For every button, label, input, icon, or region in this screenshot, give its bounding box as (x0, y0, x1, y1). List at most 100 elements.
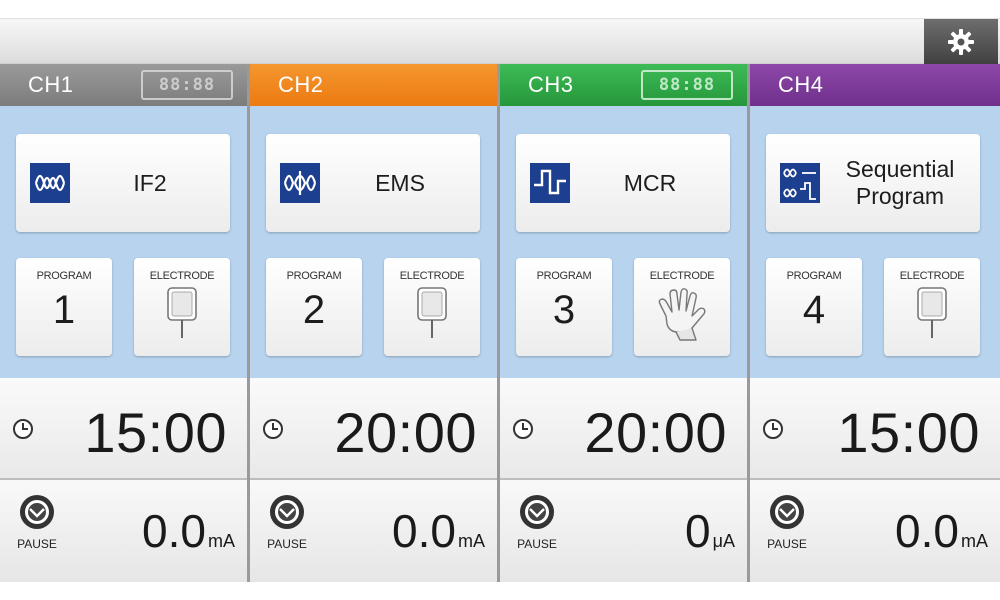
channel-2-output: PAUSE 0.0 mA (250, 480, 497, 582)
channel-3-timer[interactable]: 20:00 (500, 378, 747, 480)
channel-4-header: CH4 (750, 64, 1000, 106)
channel-4-pause-label: PAUSE (767, 537, 807, 551)
channel-2-mode-button[interactable]: EMS (266, 134, 480, 232)
channel-2-electrode-button[interactable]: ELECTRODE (384, 258, 480, 356)
channel-2-output-number: 0.0 (392, 505, 456, 557)
channel-2-settings: EMS PROGRAM 2 ELECTRODE (250, 106, 497, 378)
channel-4-mode-line-2: Program (855, 183, 945, 209)
channel-4-timer[interactable]: 15:00 (750, 378, 1000, 480)
channel-4-mode-line-1: Sequential (845, 156, 955, 182)
channel-1-program-button[interactable]: PROGRAM 1 (16, 258, 112, 356)
channel-2-output-unit: mA (458, 531, 485, 551)
clock-icon (13, 419, 33, 439)
top-bar (0, 18, 1000, 65)
channel-4-settings: Sequential Program PROGRAM 4 ELECTRODE (750, 106, 1000, 378)
channel-4-output: PAUSE 0.0 mA (750, 480, 1000, 582)
channel-1-output: PAUSE 0.0 mA (0, 480, 247, 582)
channel-panels: CH1 88:88 IF2 PROGRAM 1 ELECTRODE 15:00 … (0, 64, 1000, 582)
channel-2-mode-label: EMS (375, 169, 425, 196)
channel-2-pause-button[interactable]: PAUSE (260, 494, 314, 551)
channel-3-name: CH3 (528, 72, 574, 97)
mcr-wave-icon (530, 163, 570, 203)
channel-3-output-unit: μA (712, 531, 735, 551)
channel-1-electrode-label: ELECTRODE (149, 270, 215, 282)
pad-electrode-icon (917, 287, 947, 338)
channel-1-output-number: 0.0 (142, 505, 206, 557)
channel-3-output-value: 0 μA (685, 504, 735, 558)
channel-3-output: PAUSE 0 μA (500, 480, 747, 582)
channel-3-program-number: 3 (552, 288, 576, 332)
pause-knob-icon (270, 495, 304, 529)
channel-2-output-value: 0.0 mA (392, 504, 485, 558)
channel-4-pause-button[interactable]: PAUSE (760, 494, 814, 551)
channel-3-header: CH3 88:88 (500, 64, 747, 106)
channel-1-header: CH1 88:88 (0, 64, 247, 106)
sequential-program-icon (780, 163, 820, 203)
pause-knob-icon (770, 495, 804, 529)
channel-3-electrode-label: ELECTRODE (649, 270, 715, 282)
channel-3-electrode-button[interactable]: ELECTRODE (634, 258, 730, 356)
channel-3-settings: MCR PROGRAM 3 ELECTRODE (500, 106, 747, 378)
clock-icon (763, 419, 783, 439)
channel-2-time: 20:00 (334, 401, 477, 464)
channel-4-name: CH4 (778, 72, 824, 97)
settings-button[interactable] (924, 19, 998, 65)
channel-3-program-label: PROGRAM (536, 270, 592, 282)
channel-3-program-button[interactable]: PROGRAM 3 (516, 258, 612, 356)
channel-3-pause-label: PAUSE (517, 537, 557, 551)
channel-4-program-label: PROGRAM (786, 270, 842, 282)
if-wave-icon (30, 163, 70, 203)
channel-1-program-label: PROGRAM (36, 270, 92, 282)
channel-1-pause-button[interactable]: PAUSE (10, 494, 64, 551)
channel-1-pause-label: PAUSE (17, 537, 57, 551)
channel-1-panel: CH1 88:88 IF2 PROGRAM 1 ELECTRODE 15:00 … (0, 64, 250, 582)
channel-1-time: 15:00 (84, 401, 227, 464)
channel-3-pause-button[interactable]: PAUSE (510, 494, 564, 551)
channel-4-electrode-label: ELECTRODE (899, 270, 965, 282)
pad-electrode-icon (167, 287, 197, 338)
channel-1-timer[interactable]: 15:00 (0, 378, 247, 480)
channel-4-program-number: 4 (802, 288, 826, 332)
channel-1-segment-display: 88:88 (141, 70, 233, 100)
channel-4-output-value: 0.0 mA (895, 504, 988, 558)
channel-4-output-number: 0.0 (895, 505, 959, 557)
channel-3-output-number: 0 (685, 505, 711, 557)
channel-4-output-unit: mA (961, 531, 988, 551)
channel-2-name: CH2 (278, 72, 324, 97)
channel-4-program-button[interactable]: PROGRAM 4 (766, 258, 862, 356)
channel-2-program-number: 2 (302, 288, 326, 332)
channel-4-mode-button[interactable]: Sequential Program (766, 134, 980, 232)
pad-electrode-icon (417, 287, 447, 338)
channel-2-panel: CH2 EMS PROGRAM 2 ELECTRODE 20:00 PAUSE … (250, 64, 500, 582)
channel-4-time: 15:00 (837, 401, 980, 464)
pause-knob-icon (20, 495, 54, 529)
channel-2-header: CH2 (250, 64, 497, 106)
channel-2-program-label: PROGRAM (286, 270, 342, 282)
channel-3-mode-button[interactable]: MCR (516, 134, 730, 232)
channel-1-output-value: 0.0 mA (142, 504, 235, 558)
channel-1-settings: IF2 PROGRAM 1 ELECTRODE (0, 106, 247, 378)
channel-2-program-button[interactable]: PROGRAM 2 (266, 258, 362, 356)
glove-electrode-icon (658, 288, 706, 341)
clock-icon (263, 419, 283, 439)
channel-2-electrode-label: ELECTRODE (399, 270, 465, 282)
channel-1-program-number: 1 (52, 288, 76, 332)
channel-1-mode-button[interactable]: IF2 (16, 134, 230, 232)
channel-3-panel: CH3 88:88 MCR PROGRAM 3 ELECTRODE 20:00 … (500, 64, 750, 582)
ems-wave-icon (280, 163, 320, 203)
channel-1-mode-label: IF2 (133, 169, 167, 196)
channel-1-name: CH1 (28, 72, 74, 97)
channel-1-output-unit: mA (208, 531, 235, 551)
gear-icon (948, 29, 974, 55)
channel-4-mode-label: Sequential Program (820, 156, 980, 210)
clock-icon (513, 419, 533, 439)
channel-2-pause-label: PAUSE (267, 537, 307, 551)
channel-2-timer[interactable]: 20:00 (250, 378, 497, 480)
pause-knob-icon (520, 495, 554, 529)
channel-3-mode-label: MCR (623, 169, 677, 196)
channel-3-time: 20:00 (584, 401, 727, 464)
channel-1-electrode-button[interactable]: ELECTRODE (134, 258, 230, 356)
channel-4-panel: CH4 Sequential Program PROGRAM 4 ELECTRO… (750, 64, 1000, 582)
channel-4-electrode-button[interactable]: ELECTRODE (884, 258, 980, 356)
channel-3-segment-display: 88:88 (641, 70, 733, 100)
